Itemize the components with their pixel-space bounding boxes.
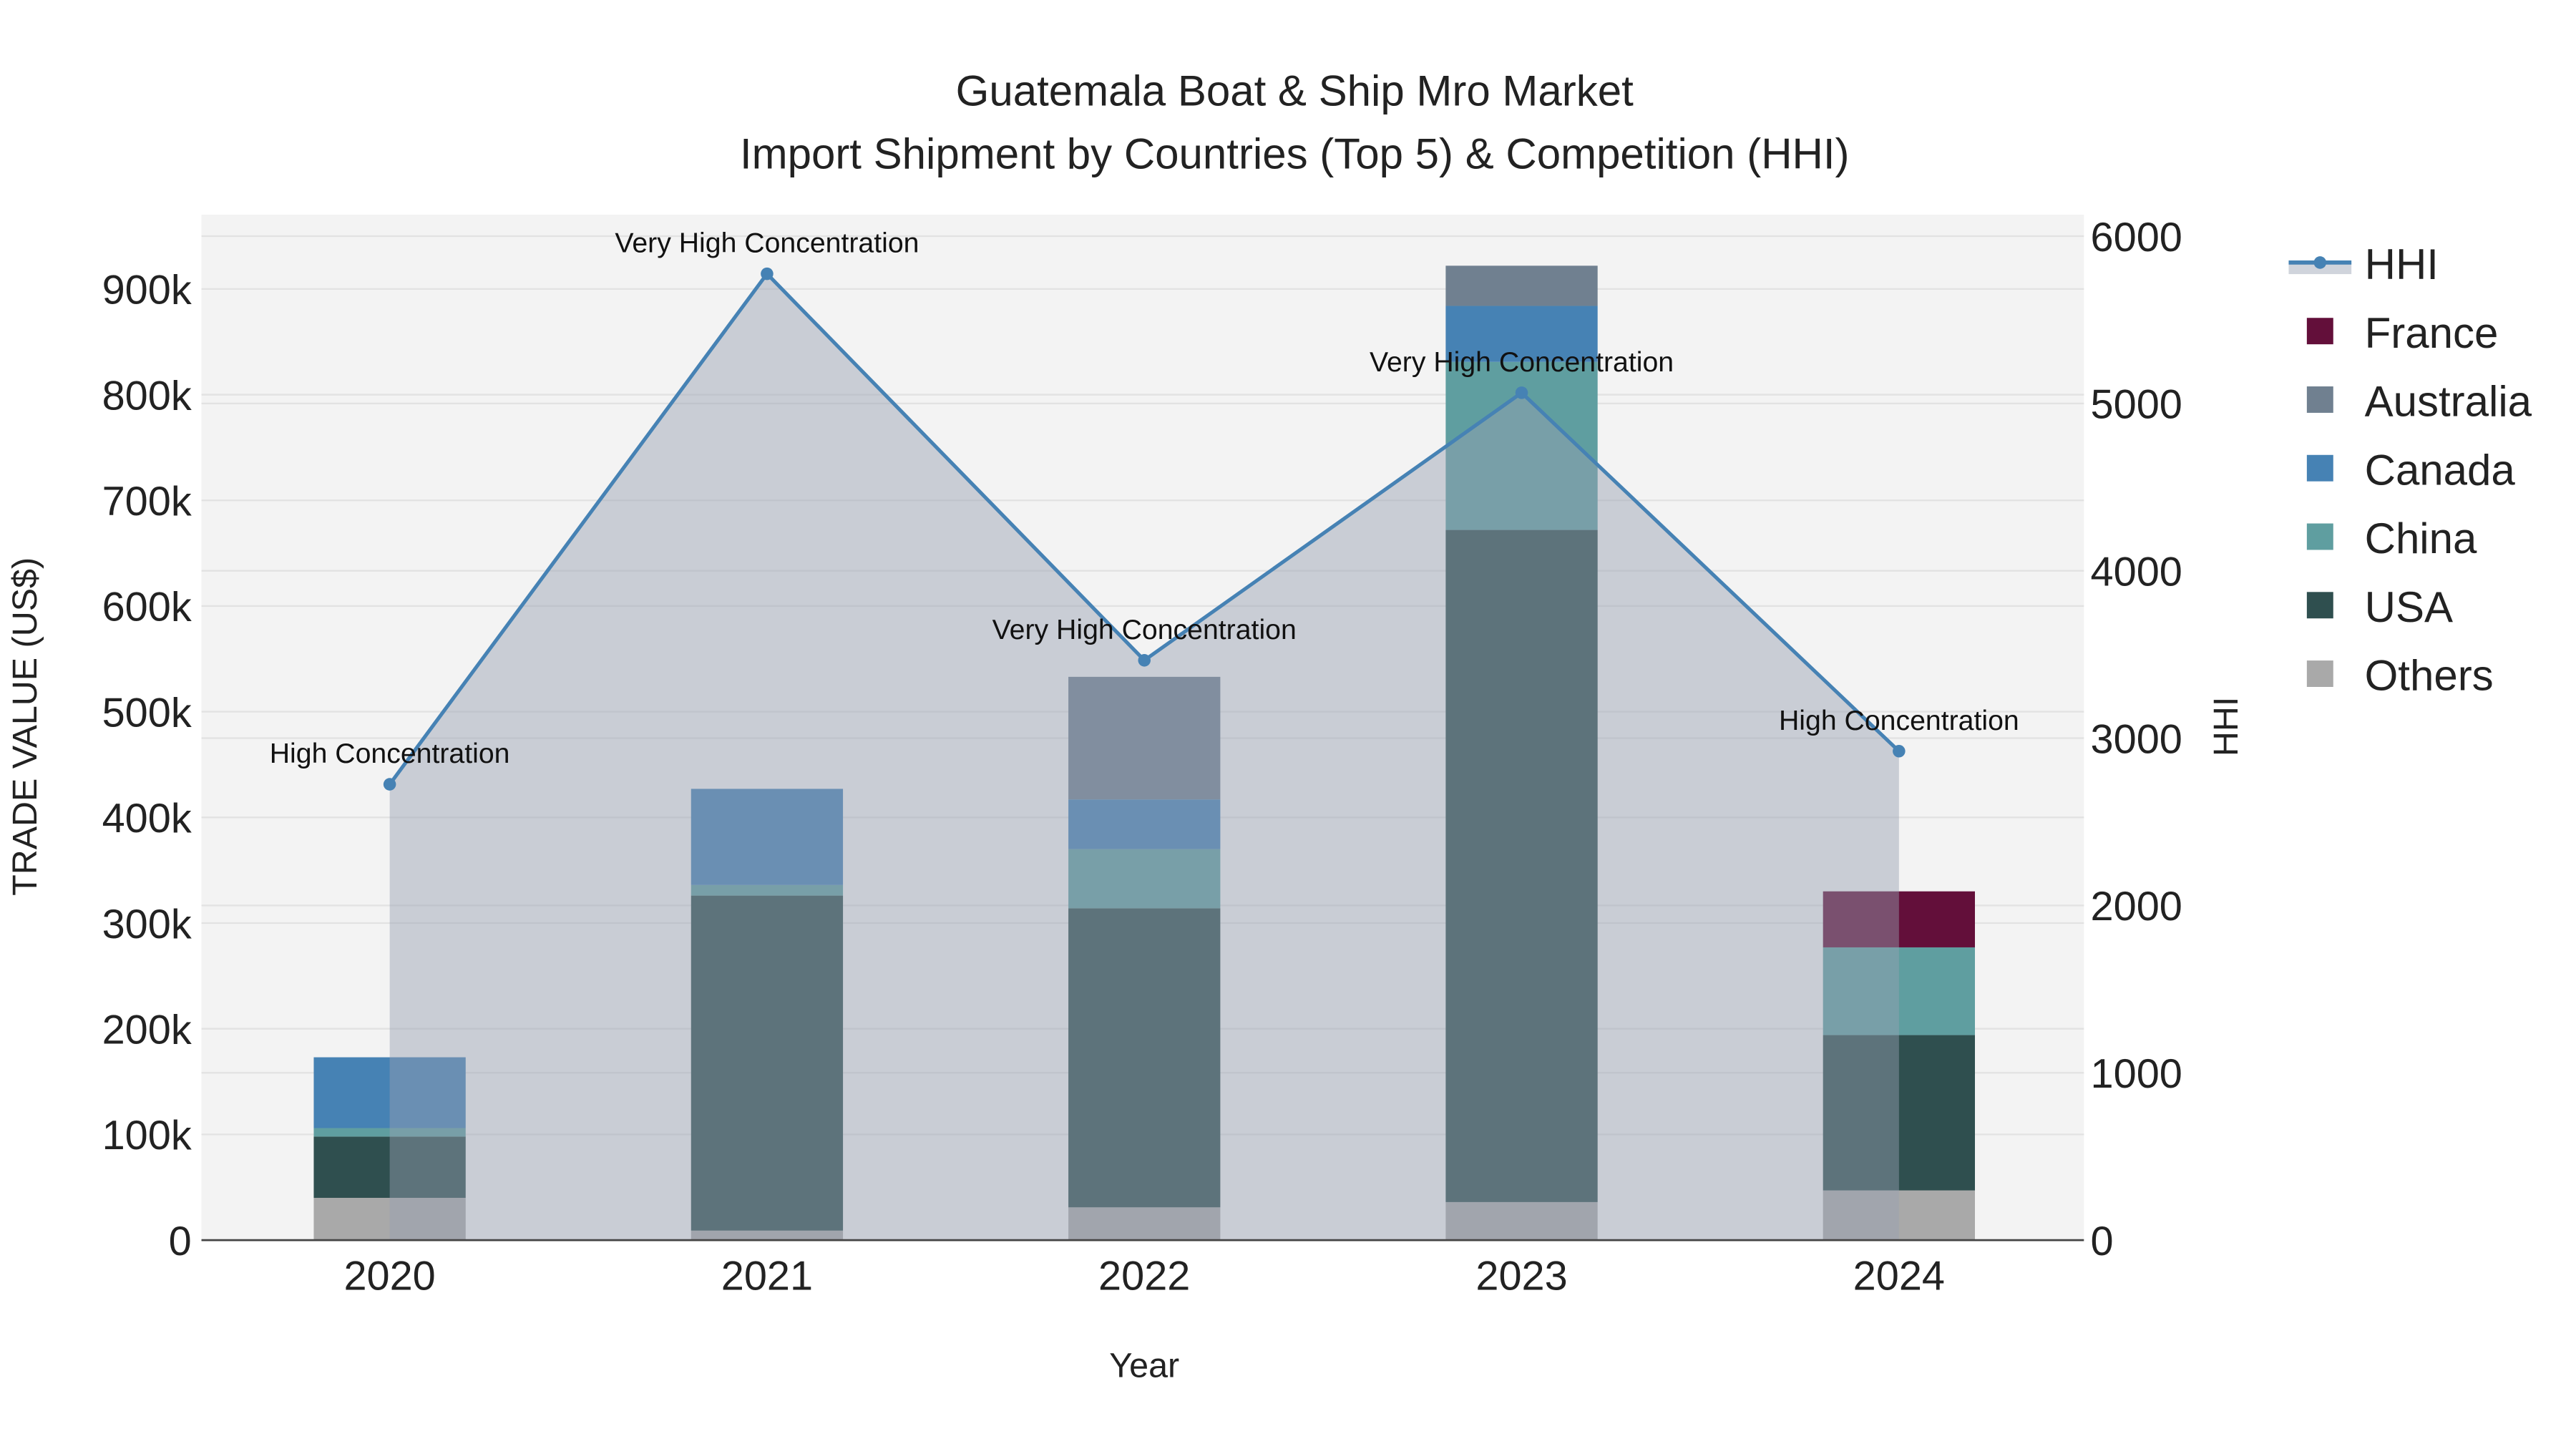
- legend-swatch-china: [2306, 523, 2333, 550]
- y2-tick-label: 4000: [2091, 549, 2182, 595]
- y2-tick-label: 5000: [2091, 382, 2182, 428]
- hhi-point: [1893, 745, 1906, 758]
- legend-label: Others: [2365, 652, 2494, 700]
- legend-label: France: [2365, 309, 2499, 357]
- x-tick-label: 2022: [1098, 1253, 1190, 1299]
- y-tick-label: 100k: [102, 1113, 192, 1158]
- legend-label: China: [2365, 514, 2477, 562]
- chart-container: Guatemala Boat & Ship Mro Market Import …: [0, 0, 2576, 1449]
- legend-swatch-others: [2306, 660, 2333, 687]
- legend: HHI France Australia Canada China USA Others: [2288, 240, 2532, 700]
- y2-tick-label: 6000: [2091, 215, 2182, 260]
- y-tick-label: 200k: [102, 1007, 192, 1053]
- x-axis-label: Year: [1109, 1347, 1179, 1385]
- hhi-point: [1138, 654, 1151, 667]
- y2-tick-label: 2000: [2091, 884, 2182, 930]
- y-tick-label: 500k: [102, 690, 192, 736]
- x-tick-label: 2024: [1853, 1253, 1945, 1299]
- hhi-point: [1515, 386, 1528, 399]
- bar-australia: [1445, 265, 1598, 306]
- legend-swatch-canada: [2306, 454, 2333, 482]
- y-tick-label: 800k: [102, 373, 192, 419]
- hhi-annotation: Very High Concentration: [992, 614, 1297, 645]
- legend-hhi-marker: [2313, 256, 2327, 269]
- y-tick-label: 900k: [102, 268, 192, 313]
- y-tick-label: 600k: [102, 585, 192, 630]
- y-tick-label: 400k: [102, 796, 192, 841]
- legend-label: HHI: [2365, 240, 2439, 288]
- y2-tick-label: 1000: [2091, 1051, 2182, 1097]
- hhi-annotation: Very High Concentration: [615, 228, 919, 259]
- legend-label: USA: [2365, 583, 2453, 631]
- y-axis-label: TRADE VALUE (US$): [6, 557, 44, 896]
- legend-label: Canada: [2365, 446, 2516, 494]
- legend-swatch-australia: [2306, 386, 2333, 413]
- x-tick-label: 2023: [1475, 1253, 1567, 1299]
- hhi-annotation: High Concentration: [1779, 705, 2019, 736]
- chart-title-line2: Import Shipment by Countries (Top 5) & C…: [740, 130, 1850, 177]
- hhi-annotation: High Concentration: [270, 738, 510, 769]
- x-tick-label: 2020: [343, 1253, 435, 1299]
- y-tick-label: 300k: [102, 902, 192, 947]
- legend-label: Australia: [2365, 378, 2532, 426]
- legend-swatch-france: [2306, 318, 2333, 345]
- x-tick-label: 2021: [721, 1253, 813, 1299]
- hhi-annotation: Very High Concentration: [1370, 346, 1674, 378]
- y2-tick-label: 0: [2091, 1219, 2114, 1264]
- hhi-point: [383, 778, 396, 791]
- chart-title-line1: Guatemala Boat & Ship Mro Market: [956, 67, 1634, 115]
- chart: Guatemala Boat & Ship Mro Market Import …: [6, 67, 2532, 1385]
- legend-swatch-usa: [2306, 592, 2333, 619]
- y2-tick-label: 3000: [2091, 716, 2182, 762]
- y-tick-label: 700k: [102, 479, 192, 525]
- y2-axis-label: HHI: [2207, 697, 2245, 756]
- y-tick-label: 0: [169, 1219, 192, 1264]
- hhi-point: [761, 267, 774, 280]
